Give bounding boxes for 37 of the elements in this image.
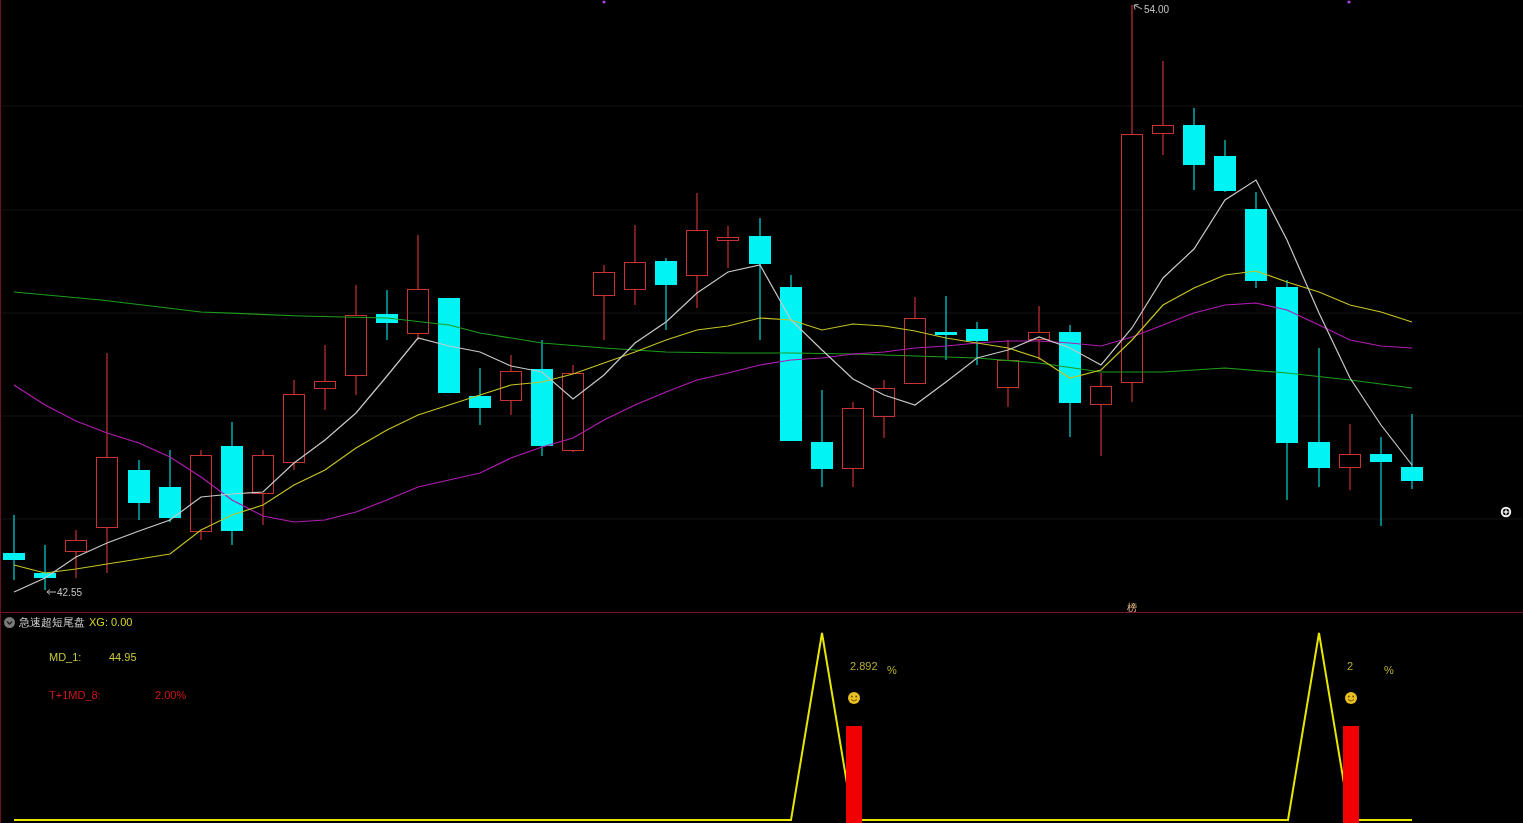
- candlestick: [469, 367, 491, 426]
- smiley-icon: [848, 692, 860, 704]
- signal-value: 2.892: [850, 660, 878, 672]
- percent-sign: %: [887, 664, 897, 676]
- reading-value: 2.00%: [155, 689, 187, 702]
- signal-value: 2: [1347, 660, 1354, 672]
- candlestick: [65, 529, 87, 579]
- reading-label: T+1MD_8:: [49, 689, 102, 702]
- high-price-label: 54.00: [1144, 4, 1170, 15]
- marker-label: 榜: [1127, 602, 1137, 612]
- candlestick: [500, 354, 522, 416]
- reading-label: MD_1:: [49, 651, 83, 664]
- candlestick: [128, 459, 150, 521]
- leader-arrow: [1133, 4, 1143, 10]
- candlestick: [717, 225, 739, 269]
- candlestick: [3, 514, 25, 581]
- marker-dot-icon: [1347, 0, 1351, 4]
- candlestick: [935, 295, 957, 361]
- candlestick: [1214, 139, 1236, 193]
- candlestick: [966, 321, 988, 366]
- candlestick: [34, 544, 56, 591]
- candlestick: [1339, 423, 1361, 491]
- indicator-title: 急速超短尾盘: [19, 615, 85, 629]
- chevron-down-icon[interactable]: [4, 616, 15, 628]
- xg-value: XG: 0.00: [89, 615, 133, 629]
- candlestick: [997, 339, 1019, 408]
- candlestick: [314, 344, 336, 411]
- leader-arrow: [46, 589, 57, 595]
- plus-circle-icon[interactable]: [1500, 506, 1512, 518]
- candlestick: [376, 289, 398, 341]
- candlestick: [873, 379, 895, 439]
- low-price-label: 42.55: [57, 587, 83, 598]
- candlestick: [1028, 305, 1050, 361]
- smiley-icon: [1345, 692, 1357, 704]
- percent-sign: %: [1384, 664, 1394, 676]
- marker-dot-icon: [602, 0, 606, 4]
- reading-value: 44.95: [109, 651, 137, 664]
